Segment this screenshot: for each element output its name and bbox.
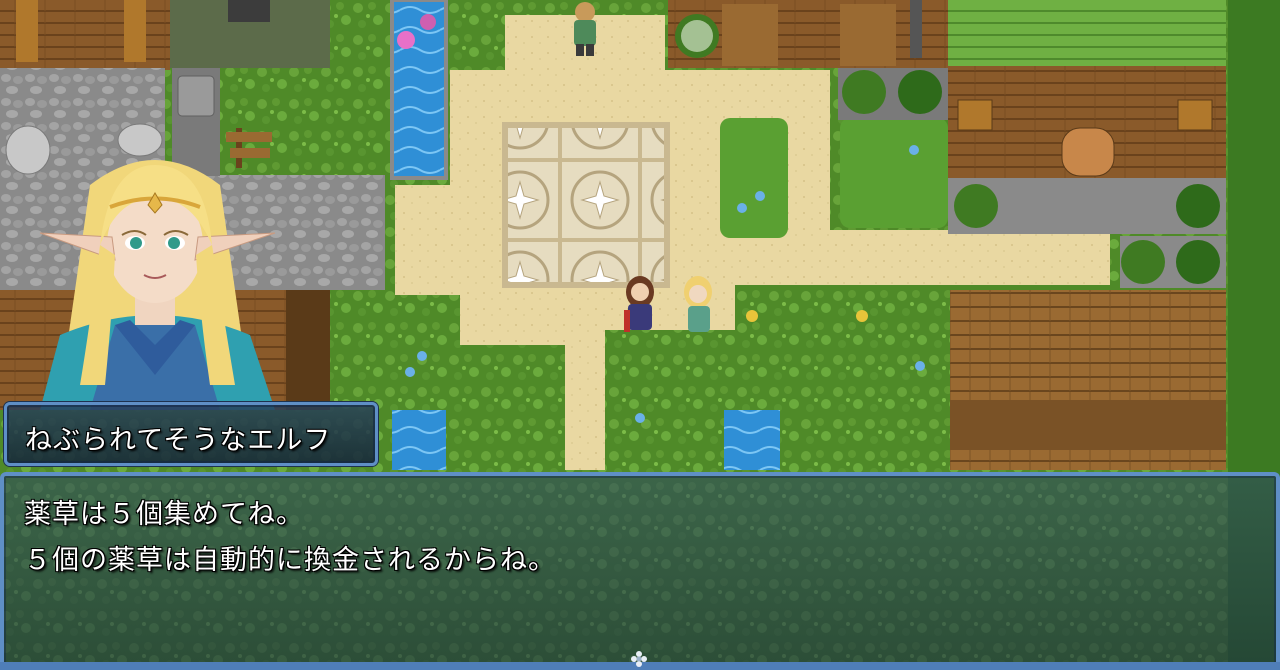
message-line-1: 薬草は５個集めてね。 xyxy=(24,499,304,530)
game-screen[interactable]: ねぶられてそうなエルフ 薬草は５個集めてね。 ５個の薬草は自動的に換金されるから… xyxy=(0,0,1280,670)
message-line-2: ５個の薬草は自動的に換金されるからね。 xyxy=(24,545,556,576)
elf-portrait xyxy=(39,160,276,410)
speaker-name-box: ねぶられてそうなエルフ xyxy=(4,402,378,466)
speaker-name: ねぶられてそうなエルフ xyxy=(25,425,332,456)
message-window[interactable]: 薬草は５個集めてね。 ５個の薬草は自動的に換金されるからね。 xyxy=(0,472,1280,670)
flower-cursor-icon[interactable] xyxy=(630,650,648,668)
